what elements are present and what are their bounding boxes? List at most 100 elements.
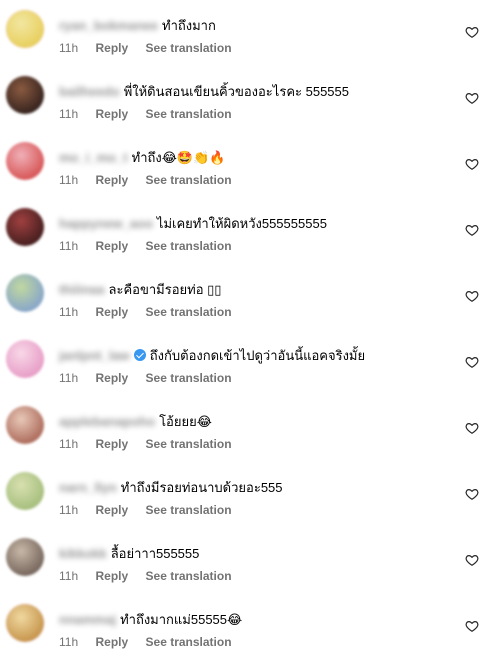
username[interactable]: janlpnt_law (59, 348, 130, 363)
comment-time[interactable]: 11h (59, 371, 78, 385)
heart-icon[interactable] (465, 487, 479, 501)
comment-line: happynew_aoo ไม่เคยทำให้ผิดหวัง555555555 (59, 214, 327, 232)
comment-meta: 11h Reply See translation (59, 503, 246, 517)
avatar-image (6, 10, 44, 48)
reply-button[interactable]: Reply (95, 239, 128, 253)
see-translation-button[interactable]: See translation (146, 239, 232, 253)
avatar[interactable] (6, 406, 44, 444)
comment-time[interactable]: 11h (59, 635, 78, 649)
heart-icon[interactable] (465, 421, 479, 435)
comment-item: bailheedo พี่ให้ดินสอนเขียนคิ้วของอะไรคะ… (0, 66, 488, 132)
avatar[interactable] (6, 10, 44, 48)
see-translation-button[interactable]: See translation (146, 305, 232, 319)
comment-text: ทำถึงมาก (162, 17, 216, 33)
comment-time[interactable]: 11h (59, 503, 78, 517)
comment-item: ryan_bokmanee ทำถึงมาก 11h Reply See tra… (0, 0, 488, 66)
see-translation-button[interactable]: See translation (146, 107, 232, 121)
avatar[interactable] (6, 274, 44, 312)
reply-button[interactable]: Reply (95, 107, 128, 121)
username[interactable]: mo_i_mo_t (59, 150, 128, 165)
comments-list: ryan_bokmanee ทำถึงมาก 11h Reply See tra… (0, 0, 488, 660)
comment-time[interactable]: 11h (59, 569, 78, 583)
see-translation-button[interactable]: See translation (146, 437, 232, 451)
avatar[interactable] (6, 142, 44, 180)
avatar[interactable] (6, 208, 44, 246)
comment-meta: 11h Reply See translation (59, 239, 246, 253)
comment-time[interactable]: 11h (59, 41, 78, 55)
comment-line: applebanapoho โอ้ยยย😂 (59, 412, 212, 430)
avatar-image (6, 604, 44, 642)
username[interactable]: bailheedo (59, 84, 120, 99)
reply-button[interactable]: Reply (95, 437, 128, 451)
comment-time[interactable]: 11h (59, 107, 78, 121)
comment-time[interactable]: 11h (59, 173, 78, 187)
username[interactable]: kikkokk (59, 546, 107, 561)
username[interactable]: happynew_aoo (59, 216, 153, 231)
comment-meta: 11h Reply See translation (59, 371, 246, 385)
comment-meta: 11h Reply See translation (59, 305, 246, 319)
heart-icon[interactable] (465, 91, 479, 105)
heart-icon[interactable] (465, 355, 479, 369)
reply-button[interactable]: Reply (95, 635, 128, 649)
comment-item: applebanapoho โอ้ยยย😂 11h Reply See tran… (0, 396, 488, 462)
comment-line: nnammaj ทำถึงมากแม่55555😂 (59, 610, 242, 628)
see-translation-button[interactable]: See translation (146, 569, 232, 583)
avatar-image (6, 472, 44, 510)
reply-button[interactable]: Reply (95, 569, 128, 583)
avatar-image (6, 142, 44, 180)
reply-button[interactable]: Reply (95, 371, 128, 385)
see-translation-button[interactable]: See translation (146, 503, 232, 517)
comment-line: kikkokk ลื้อย่าาา555555 (59, 544, 199, 562)
verified-badge-icon (133, 349, 146, 361)
comment-item: happynew_aoo ไม่เคยทำให้ผิดหวัง555555555… (0, 198, 488, 264)
comment-meta: 11h Reply See translation (59, 41, 246, 55)
avatar[interactable] (6, 538, 44, 576)
heart-icon[interactable] (465, 25, 479, 39)
avatar[interactable] (6, 76, 44, 114)
avatar-image (6, 406, 44, 444)
comment-item: nnammaj ทำถึงมากแม่55555😂 11h Reply See … (0, 594, 488, 660)
comment-item: kikkokk ลื้อย่าาา555555 11h Reply See tr… (0, 528, 488, 594)
comment-item: janlpnt_law ถึงกับต้องกดเข้าไปดูว่าอันนี… (0, 330, 488, 396)
heart-icon[interactable] (465, 289, 479, 303)
comment-text: โอ้ยยย😂 (159, 413, 212, 429)
heart-icon[interactable] (465, 553, 479, 567)
reply-button[interactable]: Reply (95, 305, 128, 319)
username[interactable]: applebanapoho (59, 414, 155, 429)
comment-line: narn_llyn ทำถึงมีรอยท่อนาบด้วยอะ555 (59, 478, 283, 496)
comment-meta: 11h Reply See translation (59, 173, 246, 187)
username[interactable]: ryan_bokmanee (59, 18, 158, 33)
comment-meta: 11h Reply See translation (59, 569, 246, 583)
avatar-image (6, 76, 44, 114)
username[interactable]: thiiinaa (59, 282, 105, 297)
avatar[interactable] (6, 604, 44, 642)
see-translation-button[interactable]: See translation (146, 635, 232, 649)
comment-meta: 11h Reply See translation (59, 635, 246, 649)
comment-text: ทำถึงมากแม่55555😂 (120, 611, 243, 627)
reply-button[interactable]: Reply (95, 173, 128, 187)
comment-item: mo_i_mo_t ทำถึง😂🤩👏🔥 11h Reply See transl… (0, 132, 488, 198)
comment-time[interactable]: 11h (59, 305, 78, 319)
avatar[interactable] (6, 340, 44, 378)
reply-button[interactable]: Reply (95, 41, 128, 55)
comment-meta: 11h Reply See translation (59, 437, 246, 451)
comment-time[interactable]: 11h (59, 239, 78, 253)
comment-item: thiiinaa ละคือขามีรอยท่อ ▯▯ 11h Reply Se… (0, 264, 488, 330)
reply-button[interactable]: Reply (95, 503, 128, 517)
heart-icon[interactable] (465, 619, 479, 633)
see-translation-button[interactable]: See translation (146, 41, 232, 55)
avatar-image (6, 208, 44, 246)
comment-time[interactable]: 11h (59, 437, 78, 451)
comment-line: bailheedo พี่ให้ดินสอนเขียนคิ้วของอะไรคะ… (59, 82, 349, 100)
comment-item: narn_llyn ทำถึงมีรอยท่อนาบด้วยอะ555 11h … (0, 462, 488, 528)
see-translation-button[interactable]: See translation (146, 173, 232, 187)
heart-icon[interactable] (465, 157, 479, 171)
comment-text: ถึงกับต้องกดเข้าไปดูว่าอันนี้แอคจริงมั้ย (149, 347, 366, 363)
comment-meta: 11h Reply See translation (59, 107, 246, 121)
comment-text: ทำถึง😂🤩👏🔥 (131, 149, 226, 165)
username[interactable]: narn_llyn (59, 480, 117, 495)
avatar[interactable] (6, 472, 44, 510)
see-translation-button[interactable]: See translation (146, 371, 232, 385)
username[interactable]: nnammaj (59, 612, 116, 627)
heart-icon[interactable] (465, 223, 479, 237)
